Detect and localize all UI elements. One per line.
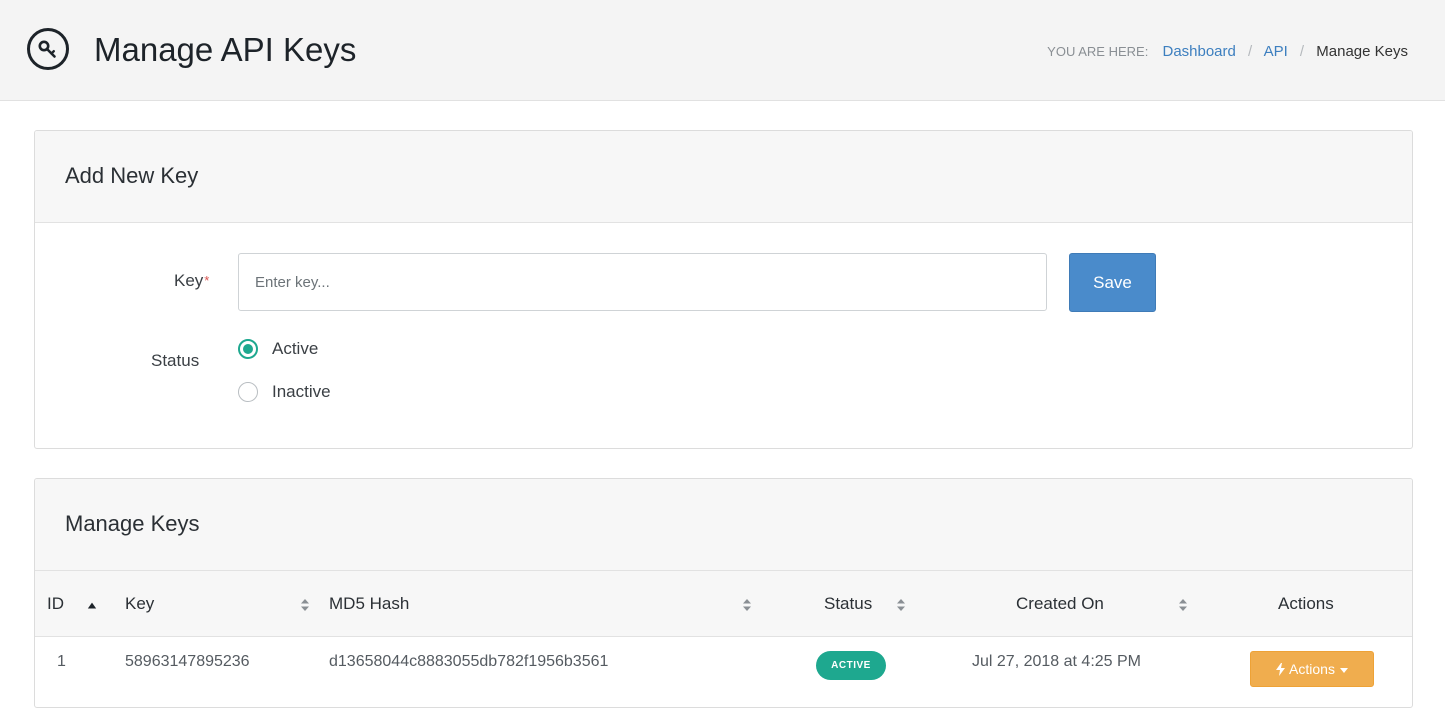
save-button[interactable]: Save (1069, 253, 1156, 312)
column-header-id[interactable]: ID (47, 593, 64, 615)
cell-id: 1 (57, 653, 66, 670)
status-radio-active[interactable]: Active (238, 336, 318, 362)
column-header-actions: Actions (1278, 594, 1334, 613)
cell-key: 58963147895236 (125, 653, 250, 670)
key-label-text: Key (174, 271, 204, 290)
column-header-md5-hash[interactable]: MD5 Hash (329, 593, 409, 615)
page-header: Manage API Keys YOU ARE HERE: Dashboard … (0, 0, 1445, 101)
page-title: Manage API Keys (94, 31, 357, 68)
manage-keys-panel: Manage Keys ID Key MD5 Hash Status Creat… (34, 478, 1413, 708)
radio-unchecked-icon[interactable] (238, 382, 258, 402)
column-header-created-on[interactable]: Created On (1016, 593, 1104, 615)
column-header-status[interactable]: Status (824, 593, 872, 615)
sort-both-icon[interactable] (742, 599, 752, 611)
breadcrumb: YOU ARE HERE: Dashboard / API / Manage K… (1047, 42, 1408, 62)
actions-dropdown-button[interactable]: Actions (1250, 651, 1374, 687)
status-badge: ACTIVE (816, 651, 886, 680)
column-header-key[interactable]: Key (125, 593, 154, 615)
radio-label-active: Active (272, 339, 319, 358)
status-radio-inactive[interactable]: Inactive (238, 379, 331, 405)
required-mark: * (204, 273, 210, 288)
key-label: Key* (174, 270, 209, 292)
sort-both-icon[interactable] (300, 599, 310, 611)
cell-created-on: Jul 27, 2018 at 4:25 PM (972, 653, 1141, 670)
caret-down-icon (1339, 667, 1348, 673)
breadcrumb-current: Manage Keys (1316, 43, 1408, 60)
bolt-icon (1276, 662, 1286, 676)
sort-ascending-icon[interactable] (87, 600, 97, 612)
breadcrumb-api-link[interactable]: API (1264, 43, 1288, 60)
manage-keys-panel-title: Manage Keys (65, 511, 200, 536)
cell-md5-hash: d13658044c8883055db782f1956b3561 (329, 653, 609, 670)
add-key-panel-title: Add New Key (65, 163, 199, 188)
breadcrumb-separator: / (1248, 43, 1253, 60)
breadcrumb-dashboard-link[interactable]: Dashboard (1162, 43, 1235, 60)
radio-label-inactive: Inactive (272, 382, 331, 401)
sort-both-icon[interactable] (1178, 599, 1188, 611)
breadcrumb-separator: / (1299, 43, 1305, 60)
actions-button-label: Actions (1289, 661, 1335, 677)
add-key-panel: Add New Key Key* Save Status Active Inac… (34, 130, 1413, 449)
breadcrumb-lead: YOU ARE HERE: (1047, 44, 1149, 59)
key-input[interactable] (238, 253, 1047, 311)
manage-keys-panel-heading: Manage Keys (35, 479, 1412, 571)
radio-checked-icon[interactable] (238, 339, 258, 359)
table-header-row: ID Key MD5 Hash Status Created On Action… (35, 571, 1412, 637)
sort-both-icon[interactable] (896, 599, 906, 611)
table-row: 1 58963147895236 d13658044c8883055db782f… (35, 637, 1412, 697)
status-label: Status (151, 351, 200, 370)
key-icon (27, 28, 69, 70)
add-key-panel-heading: Add New Key (35, 131, 1412, 223)
